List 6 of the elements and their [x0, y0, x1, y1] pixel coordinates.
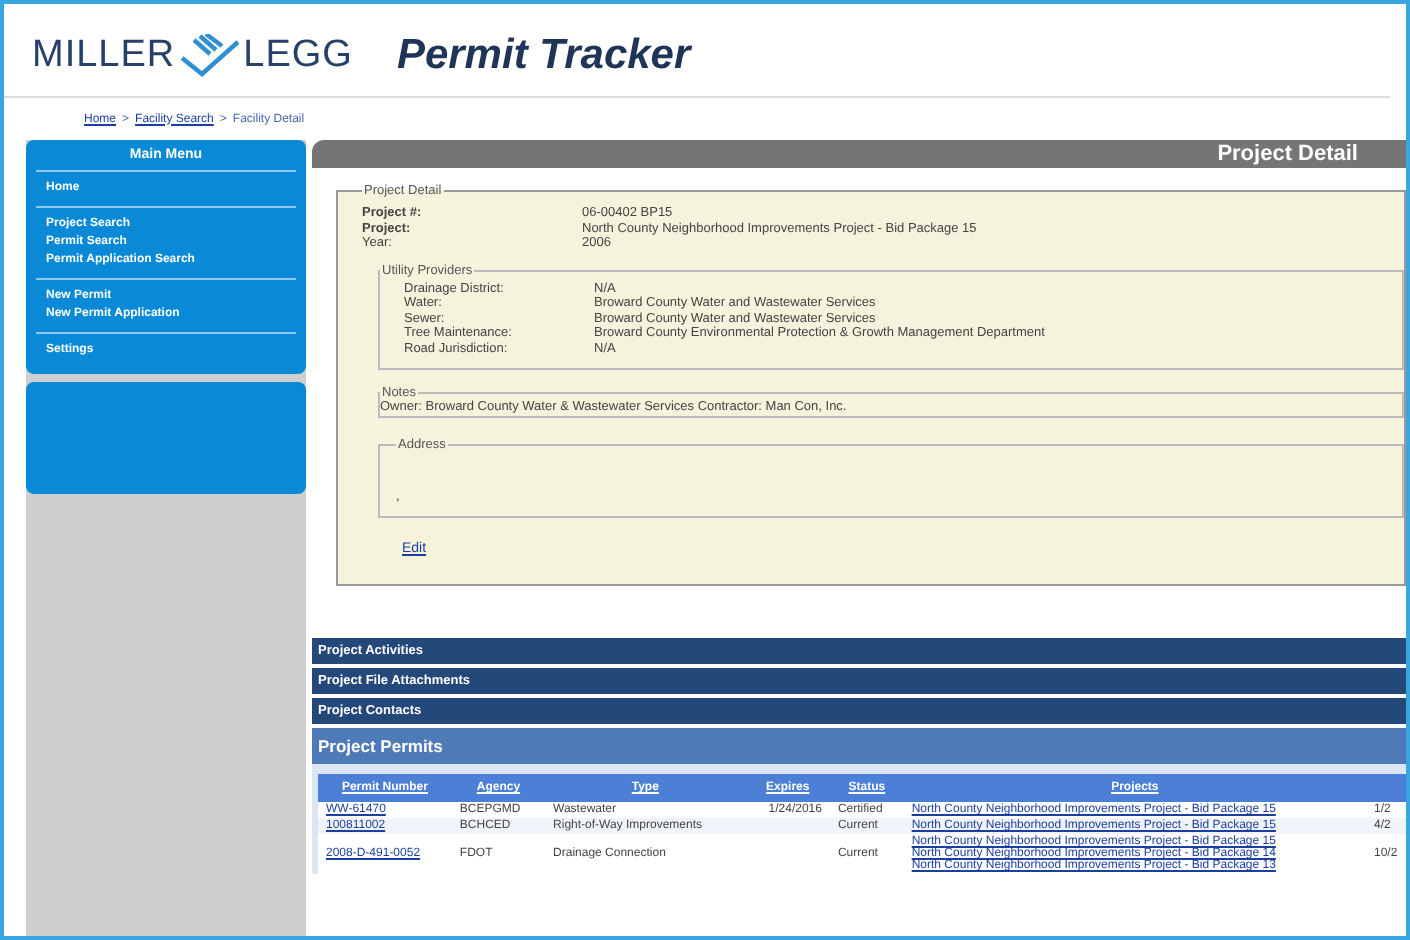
logo-text: LEGG: [243, 34, 353, 78]
page-title: Project Detail: [1217, 142, 1358, 166]
logo-text: MILLER: [32, 34, 176, 78]
stripes-logo-icon: [177, 34, 242, 78]
section-header[interactable]: Project Permits: [312, 728, 1406, 764]
app-title: Permit Tracker: [396, 32, 691, 80]
